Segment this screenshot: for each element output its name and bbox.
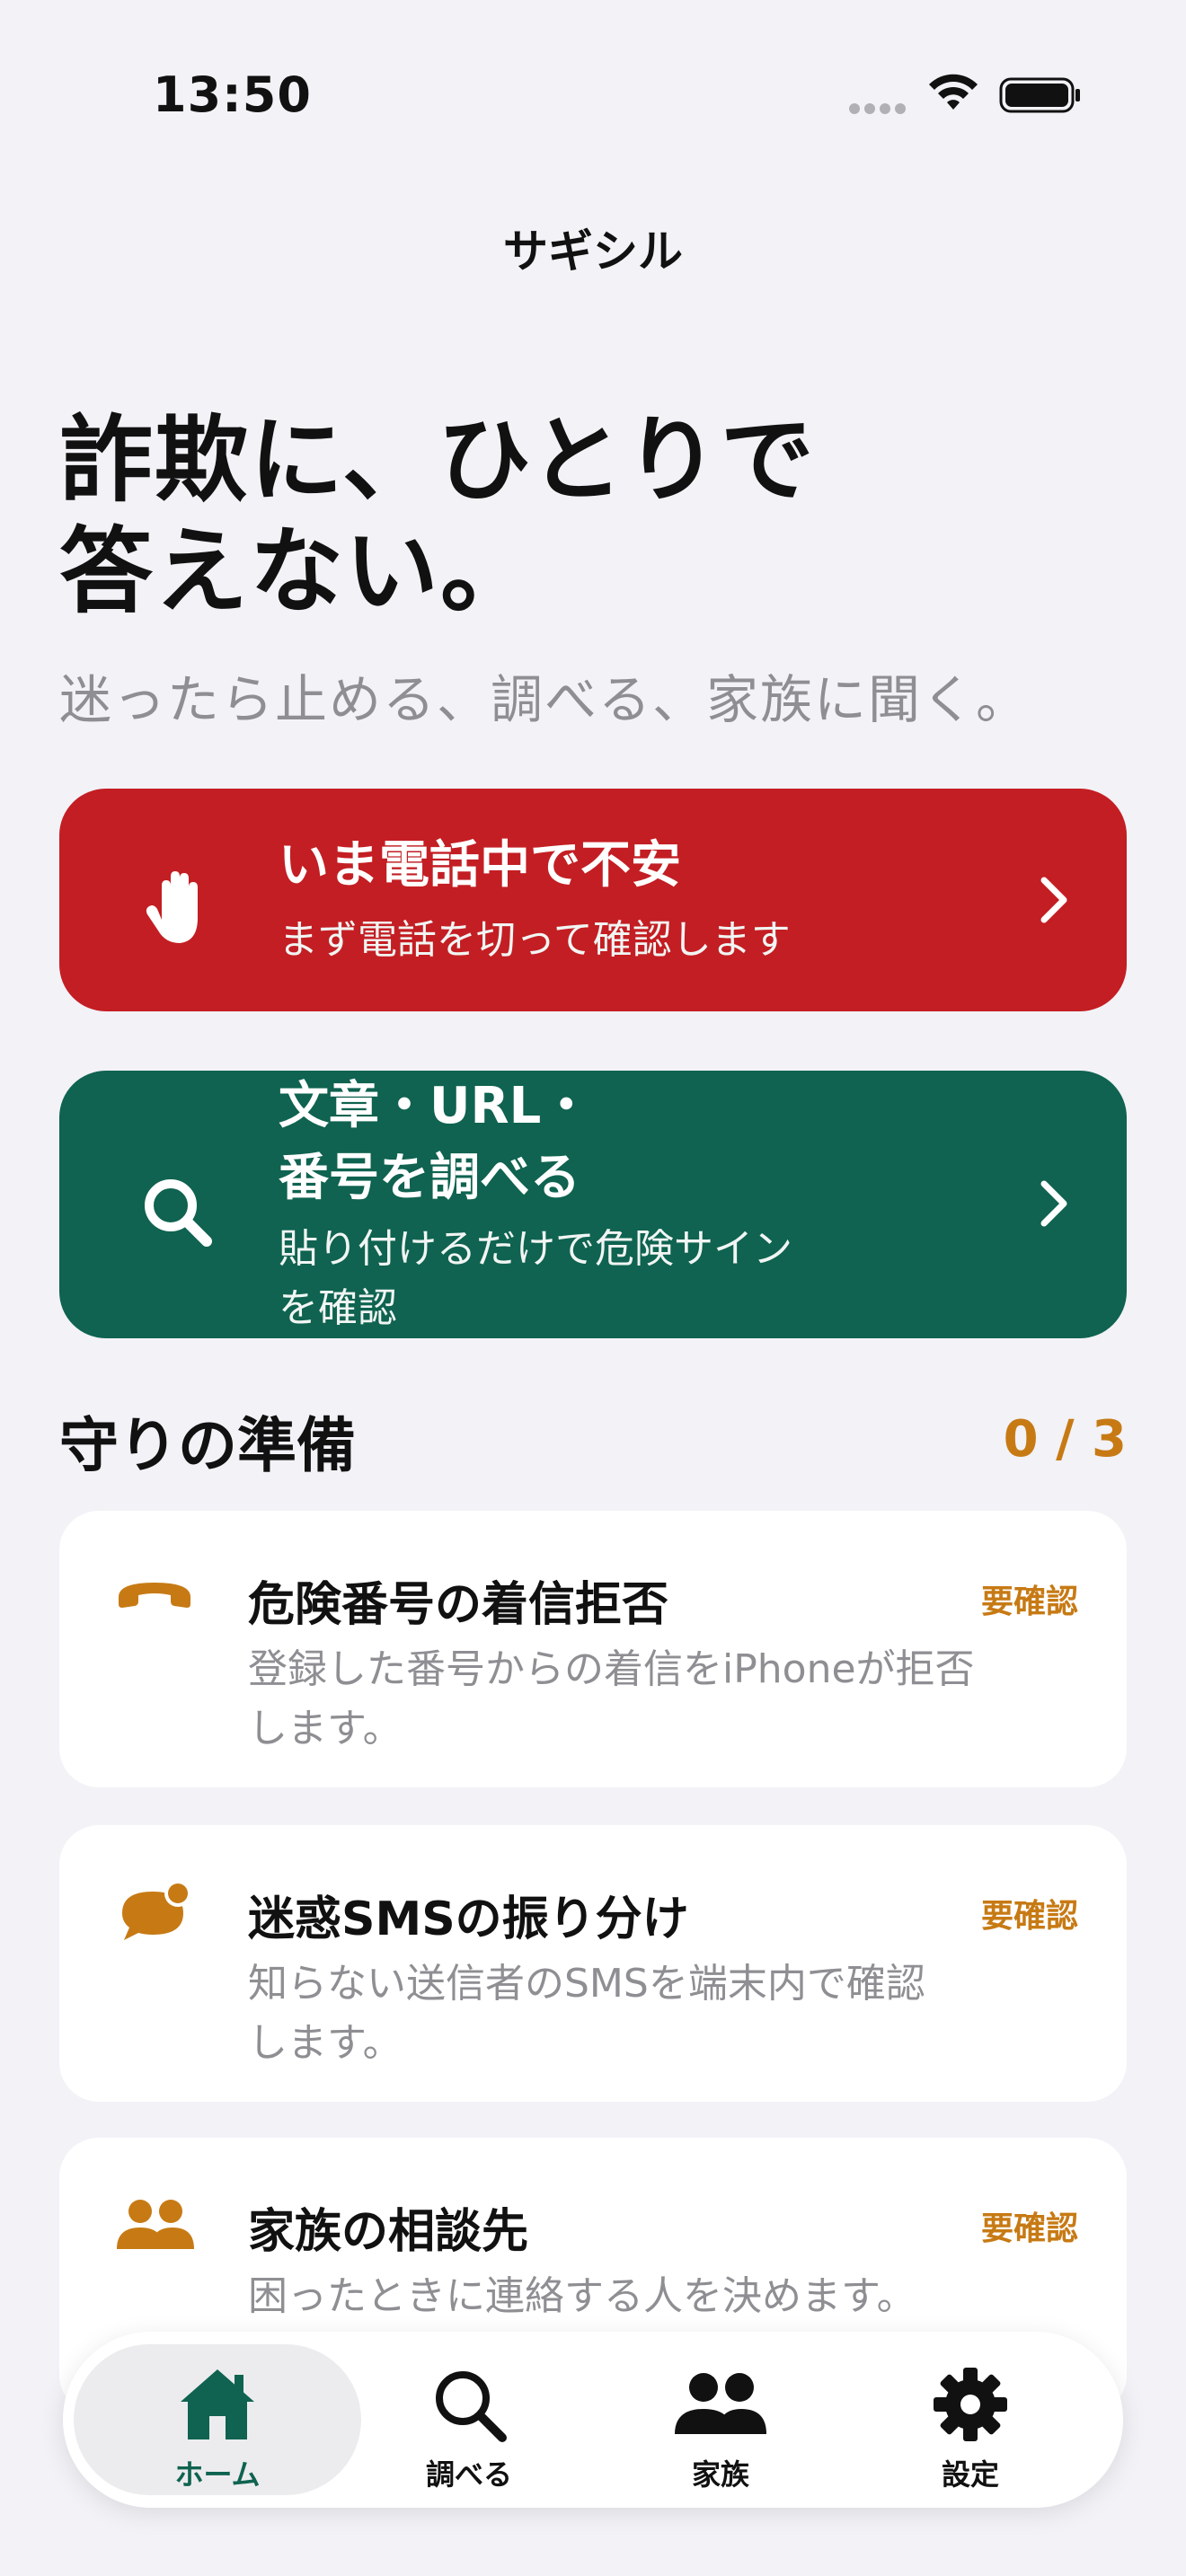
chevron-right-icon: [1040, 877, 1067, 923]
tab-label: 設定: [941, 2457, 999, 2492]
search-icon: [145, 1179, 212, 1247]
prep-item-title: 家族の相談先: [248, 2205, 529, 2259]
hero-title-line-1: 詐欺に、ひとりで: [59, 405, 816, 515]
status-time: 13:50: [153, 66, 312, 123]
wifi-icon: [929, 74, 978, 110]
tab-label: 家族: [691, 2457, 749, 2492]
hand-stop-icon: [146, 871, 198, 943]
check-content-description-line-1: 貼り付けるだけで危険サイン: [279, 1226, 792, 1272]
status-badge: 要確認: [980, 1898, 1078, 1935]
cellular-signal-icon: [849, 103, 906, 114]
check-content-description: 貼り付けるだけで危険サイン を確認: [279, 1220, 898, 1338]
prep-item-description: 知らない送信者のSMSを端末内で確認 します。: [248, 1954, 1039, 2073]
prep-item-description-line-1: 知らない送信者のSMSを端末内で確認: [248, 1961, 925, 2007]
on-call-anxious-button[interactable]: いま電話中で不安 まず電話を切って確認します: [59, 789, 1127, 1011]
tab-bar: ホーム 調べる 家族 設定: [63, 2332, 1123, 2508]
tab-label: 調べる: [425, 2457, 512, 2492]
preparation-progress: 0 / 3: [1003, 1410, 1127, 1469]
prep-item-description-line-1: 登録した番号からの着信をiPhoneが拒否: [248, 1646, 975, 1692]
status-badge: 要確認: [980, 1584, 1078, 1620]
tab-settings[interactable]: 設定: [854, 2332, 1087, 2508]
search-icon: [436, 2371, 507, 2442]
battery-icon: [999, 77, 1080, 113]
preparation-section-title: 守りの準備: [59, 1411, 356, 1480]
tab-family[interactable]: 家族: [604, 2332, 837, 2508]
prep-item-block-numbers[interactable]: 危険番号の着信拒否 要確認 登録した番号からの着信をiPhoneが拒否 します。: [59, 1511, 1127, 1787]
prep-item-description-line-2: します。: [248, 2020, 403, 2066]
people-icon: [117, 2200, 194, 2249]
gear-icon: [934, 2368, 1007, 2441]
tab-label: ホーム: [174, 2457, 261, 2492]
prep-item-title: 危険番号の着信拒否: [248, 1578, 669, 1632]
app-title: サギシル: [503, 225, 683, 278]
on-call-description: まず電話を切って確認します: [279, 917, 791, 963]
house-icon: [181, 2369, 254, 2439]
check-content-title: 文章・URL・ 番号を調べる: [279, 1071, 925, 1214]
prep-item-description-line-2: します。: [248, 1706, 403, 1751]
people-icon: [675, 2373, 766, 2434]
hero-title: 詐欺に、ひとりで 答えない。: [59, 404, 1120, 627]
message-bubble-icon: [122, 1880, 191, 1940]
check-content-title-line-1: 文章・URL・: [279, 1077, 592, 1135]
check-content-title-line-2: 番号を調べる: [279, 1149, 580, 1207]
chevron-right-icon: [1040, 1180, 1067, 1227]
check-content-button[interactable]: 文章・URL・ 番号を調べる 貼り付けるだけで危険サイン を確認: [59, 1071, 1127, 1338]
prep-item-description: 登録した番号からの着信をiPhoneが拒否 します。: [248, 1640, 1039, 1759]
on-call-title: いま電話中で不安: [279, 836, 681, 895]
status-badge: 要確認: [980, 2210, 1078, 2247]
prep-item-title: 迷惑SMSの振り分け: [248, 1892, 689, 1946]
prep-item-description: 困ったときに連絡する人を決めます。: [248, 2267, 1039, 2326]
tab-search[interactable]: 調べる: [352, 2332, 586, 2508]
phone-down-icon: [119, 1583, 190, 1608]
hero-title-line-2: 答えない。: [59, 516, 536, 626]
tab-home[interactable]: ホーム: [101, 2332, 334, 2508]
hero-subtitle: 迷ったら止める、調べる、家族に聞く。: [59, 669, 1031, 730]
check-content-description-line-2: を確認: [279, 1285, 397, 1331]
prep-item-sms-filter[interactable]: 迷惑SMSの振り分け 要確認 知らない送信者のSMSを端末内で確認 します。: [59, 1825, 1127, 2102]
prep-item-description-line-1: 困ったときに連絡する人を決めます。: [248, 2273, 916, 2319]
